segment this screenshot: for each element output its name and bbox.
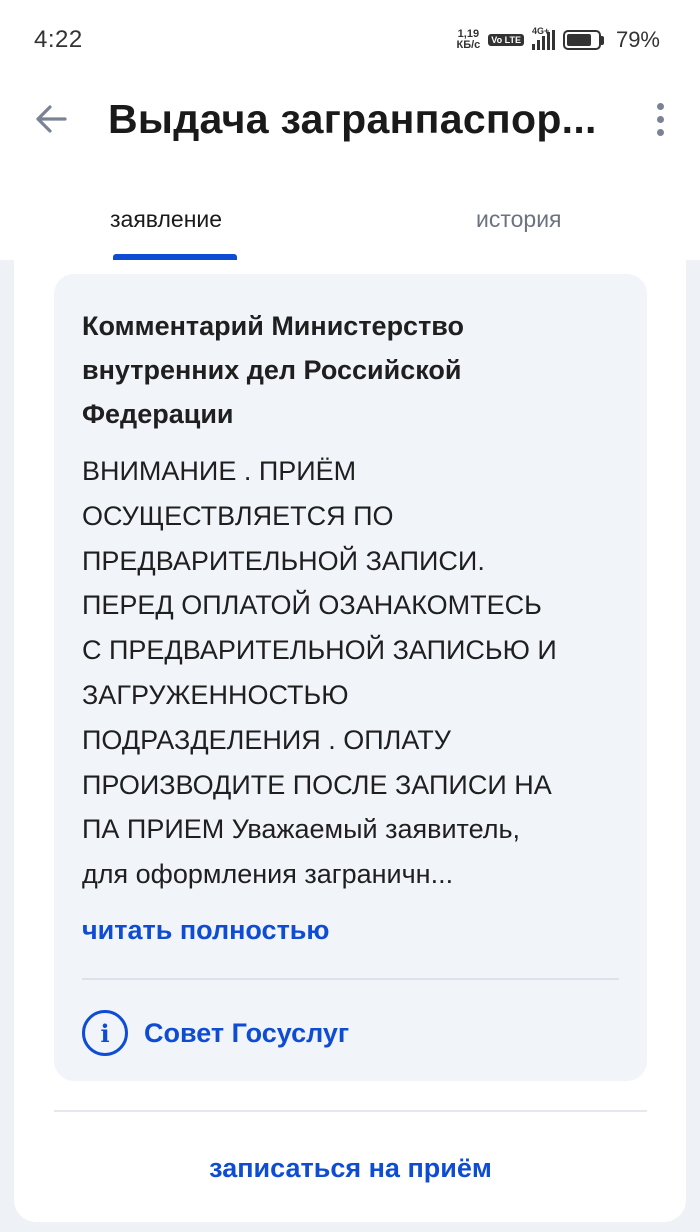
- comment-line: ОСУЩЕСТВЛЯЕТСЯ ПО: [82, 500, 394, 531]
- comment-line: ПА ПРИЕМ Уважаемый заявитель,: [82, 814, 521, 845]
- comment-body: ВНИМАНИЕ . ПРИЁМ ОСУЩЕСТВЛЯЕТСЯ ПО ПРЕДВ…: [82, 449, 627, 897]
- page-title: Выдача загранпаспор...: [108, 96, 597, 142]
- signal-icon: 4G+: [531, 26, 555, 50]
- app-header: Выдача загранпаспор... заявление история: [0, 80, 700, 260]
- comment-line: ПРОИЗВОДИТЕ ПОСЛЕ ЗАПИСИ НА: [82, 769, 552, 800]
- book-appointment-button[interactable]: записаться на приём: [54, 1140, 647, 1196]
- comment-line: ПОДРАЗДЕЛЕНИЯ . ОПЛАТУ: [82, 724, 451, 755]
- more-menu-button[interactable]: [640, 94, 680, 144]
- more-vertical-icon: [656, 102, 664, 110]
- comment-line: ВНИМАНИЕ . ПРИЁМ: [82, 456, 357, 486]
- network-speed-unit: КБ/с: [456, 39, 481, 51]
- divider: [54, 1110, 647, 1112]
- tab-history[interactable]: история: [476, 206, 562, 233]
- comment-line: ПЕРЕД ОПЛАТОЙ ОЗАНАКОМТЕСЬ: [82, 590, 542, 621]
- comment-line: С ПРЕДВАРИТЕЛЬНОЙ ЗАПИСЬЮ И: [82, 635, 557, 666]
- read-more-link[interactable]: читать полностью: [82, 908, 329, 952]
- status-bar: 4:22 1,19 КБ/с Vo LTE 4G+ 79%: [0, 0, 700, 80]
- tab-bar: заявление история: [0, 198, 700, 260]
- comment-line: для оформления заграничн...: [82, 859, 454, 890]
- comment-line: ЗАГРУЖЕННОСТЬЮ: [82, 679, 349, 710]
- gosuslugi-tip-link[interactable]: i Совет Госуслуг: [82, 1009, 349, 1057]
- tip-label: Совет Госуслуг: [144, 1017, 350, 1048]
- battery-percent: 79%: [615, 27, 660, 52]
- status-time: 4:22: [34, 26, 83, 53]
- comment-card: Комментарий Министерство внутренних дел …: [54, 274, 647, 1081]
- network-type: 4G+: [531, 26, 550, 36]
- status-icons: 1,19 КБ/с Vo LTE 4G+ 79%: [456, 26, 660, 53]
- network-speed: 1,19 КБ/с: [456, 29, 480, 51]
- arrow-left-icon: [36, 105, 67, 133]
- comment-line: ПРЕДВАРИТЕЛЬНОЙ ЗАПИСИ.: [82, 545, 485, 576]
- divider: [82, 978, 619, 980]
- comment-title: Комментарий Министерство внутренних дел …: [82, 311, 465, 429]
- back-button[interactable]: [26, 94, 76, 144]
- tab-application[interactable]: заявление: [110, 206, 222, 233]
- info-icon: i: [82, 1010, 128, 1056]
- volte-icon: Vo LTE: [488, 34, 524, 46]
- battery-icon: [562, 30, 604, 50]
